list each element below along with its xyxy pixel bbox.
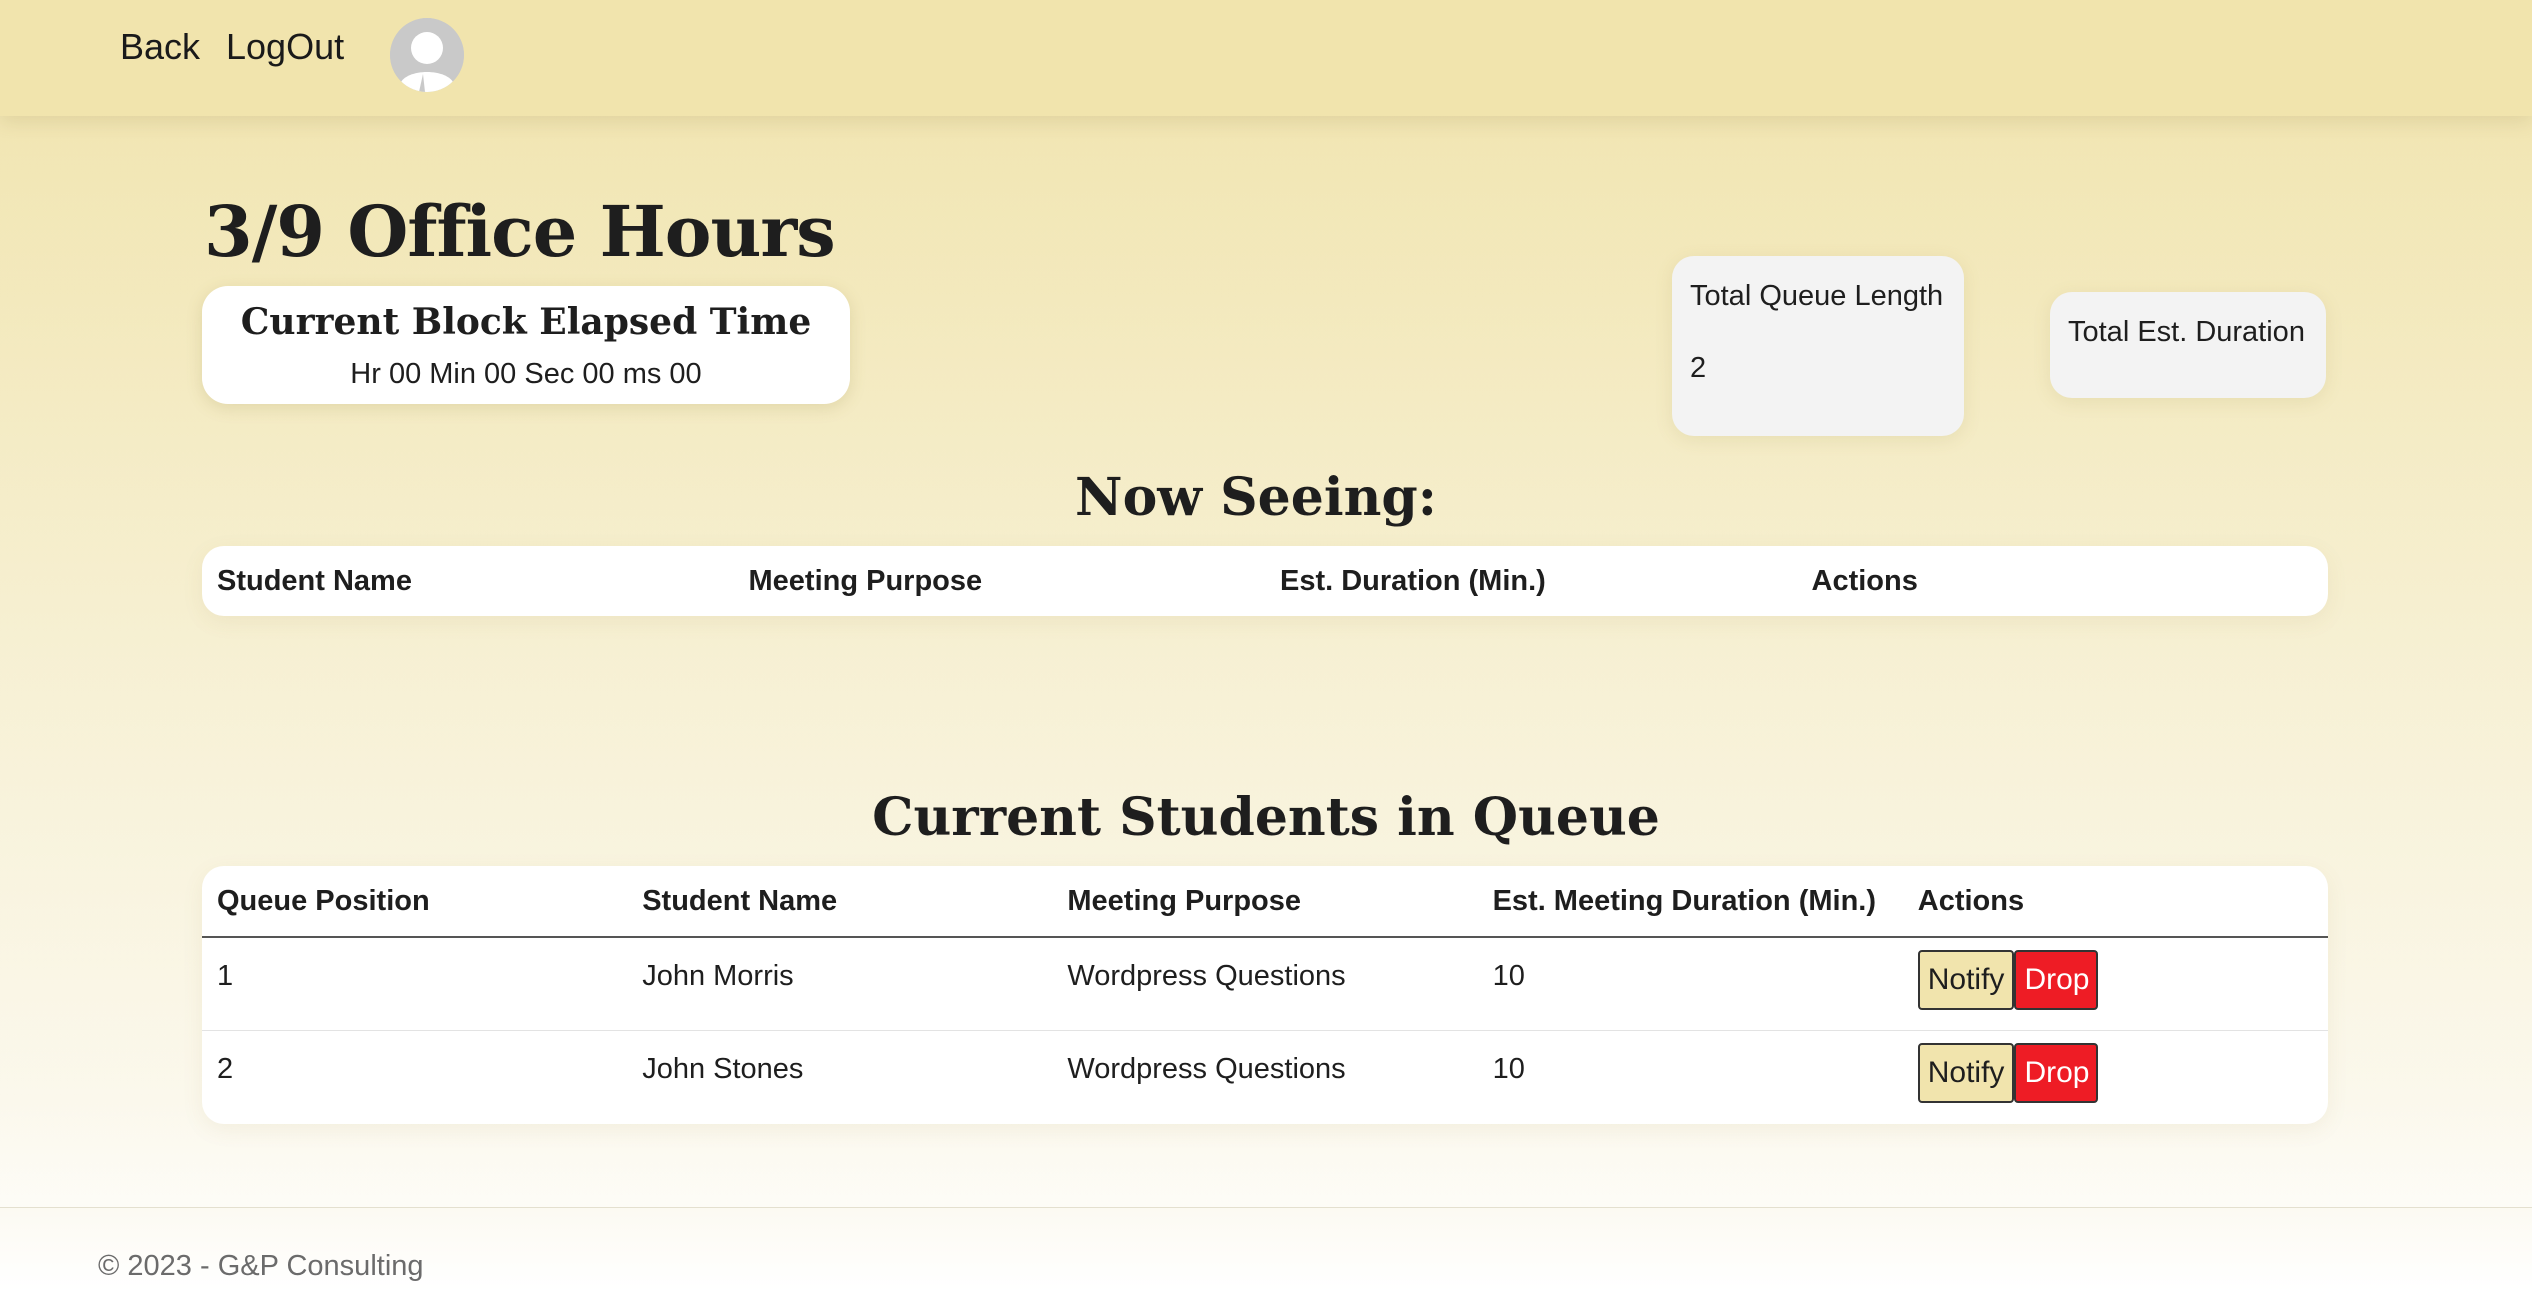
total-est-duration-label: Total Est. Duration <box>2068 316 2305 348</box>
queue-table: Queue Position Student Name Meeting Purp… <box>202 866 2328 1124</box>
back-link[interactable]: Back <box>120 22 200 72</box>
row-actions: Notify Drop <box>1903 937 2328 1031</box>
column-header: Actions <box>1811 564 1918 597</box>
drop-button[interactable]: Drop <box>2014 1043 2099 1103</box>
total-queue-length-label: Total Queue Length <box>1690 280 1944 312</box>
queue-position: 2 <box>202 1030 628 1124</box>
meeting-duration: 10 <box>1477 1030 1903 1124</box>
total-queue-length-card: Total Queue Length 2 <box>1672 256 1964 436</box>
elapsed-time-value: Hr 00 Min 00 Sec 00 ms 00 <box>350 358 702 390</box>
notify-button[interactable]: Notify <box>1917 950 2015 1010</box>
navbar: Back LogOut <box>0 0 2532 116</box>
student-name: John Stones <box>627 1030 1053 1124</box>
column-header: Meeting Purpose <box>748 564 983 597</box>
notify-button[interactable]: Notify <box>1917 1043 2015 1103</box>
student-name: John Morris <box>642 960 794 992</box>
table-row: 2 John Stones Wordpress Questions 10 Not… <box>202 1030 2328 1124</box>
column-header: Est. Meeting Duration (Min.) <box>1477 866 1903 938</box>
table-row: 1 John Morris Wordpress Questions 10 Not… <box>202 937 2328 1031</box>
queue-position: 1 <box>217 960 234 992</box>
drop-button[interactable]: Drop <box>2014 950 2099 1010</box>
now-seeing-title: Now Seeing: <box>1075 467 1437 528</box>
column-header: Student Name <box>217 564 412 597</box>
total-est-duration-card: Total Est. Duration <box>2050 292 2326 398</box>
elapsed-time-card: Current Block Elapsed Time Hr 00 Min 00 … <box>202 286 850 404</box>
column-header: Queue Position <box>202 866 628 938</box>
logout-link[interactable]: LogOut <box>226 22 344 72</box>
meeting-duration: 10 <box>1492 960 1525 992</box>
queue-title: Current Students in Queue <box>872 787 1660 848</box>
footer: © 2023 - G&P Consulting <box>0 1207 2532 1291</box>
column-header: Student Name <box>627 866 1053 938</box>
meeting-purpose: Wordpress Questions <box>1067 960 1346 992</box>
meeting-purpose: Wordpress Questions <box>1052 1030 1478 1124</box>
avatar-icon[interactable] <box>390 18 464 92</box>
total-queue-length-value: 2 <box>1690 352 1707 384</box>
column-header: Meeting Purpose <box>1052 866 1478 938</box>
column-header: Est. Duration (Min.) <box>1280 564 1546 597</box>
page-title: 3/9 Office Hours <box>204 190 836 273</box>
elapsed-time-title: Current Block Elapsed Time <box>240 301 812 343</box>
column-header: Actions <box>1902 866 2328 938</box>
footer-copyright: © 2023 - G&P Consulting <box>98 1250 424 1282</box>
now-seeing-table: Student Name Meeting Purpose Est. Durati… <box>202 546 2328 616</box>
row-actions: Notify Drop <box>1902 1030 2328 1124</box>
